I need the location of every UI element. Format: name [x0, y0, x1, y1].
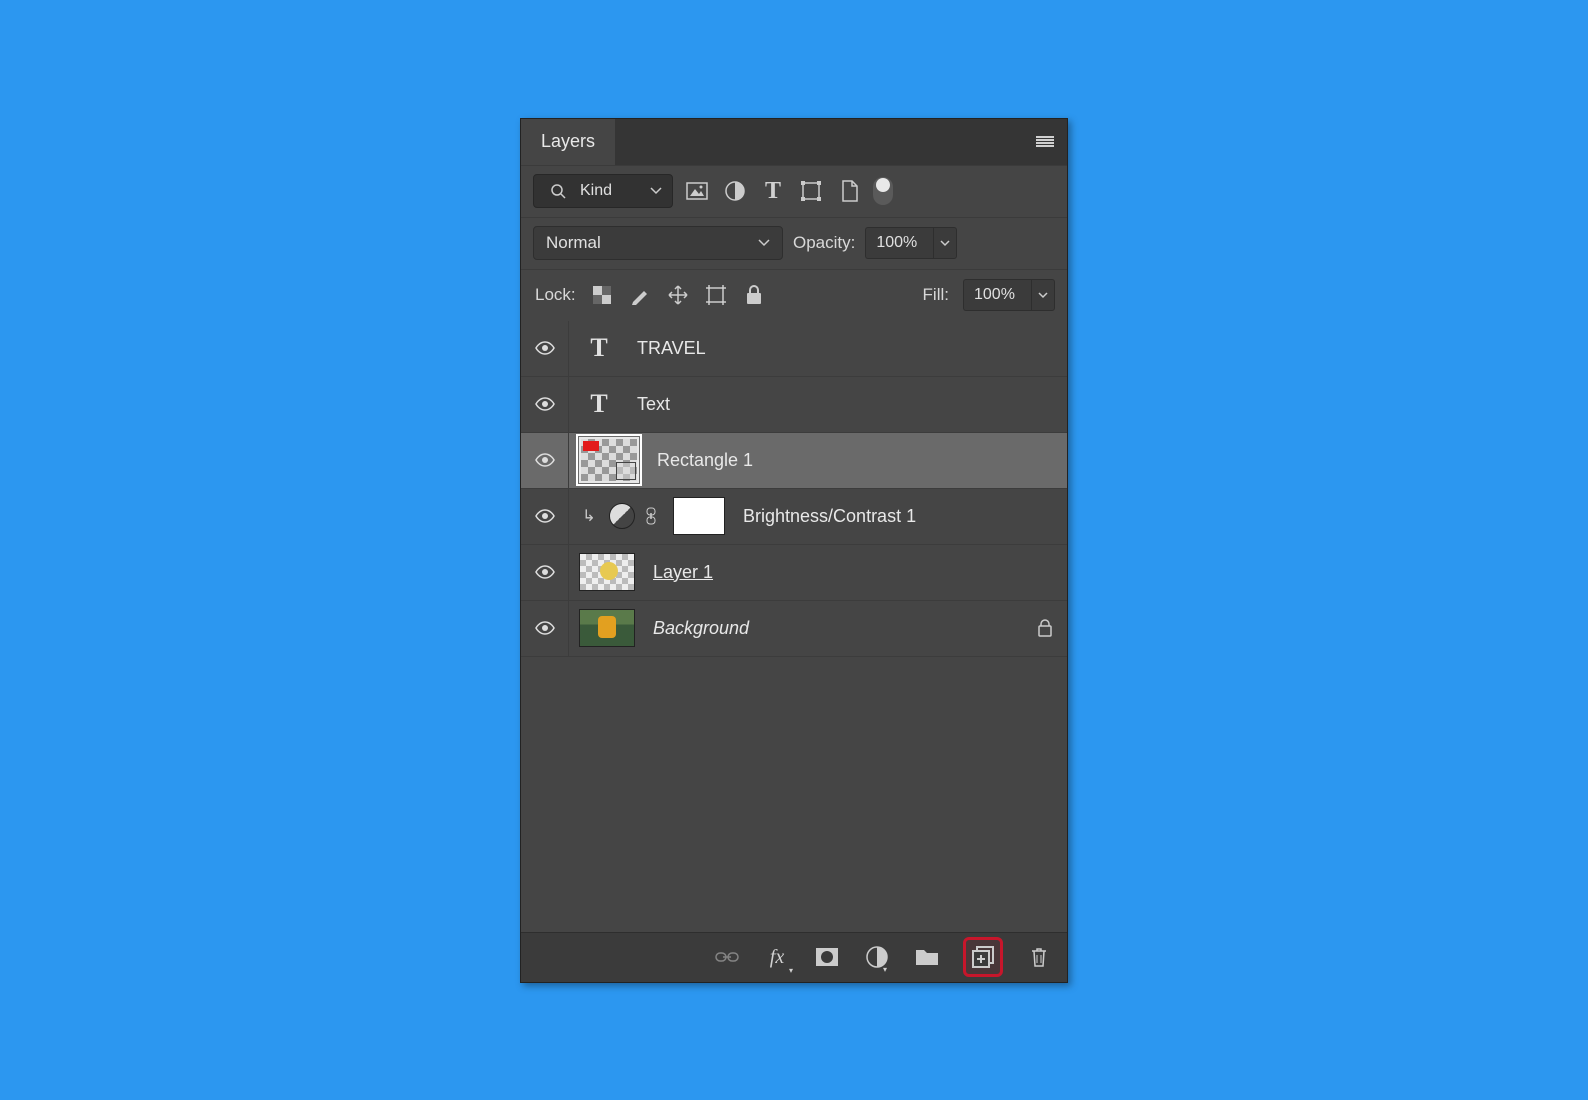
filter-smart-icon[interactable] — [835, 177, 863, 205]
new-adjustment-icon[interactable]: ▾ — [863, 943, 891, 971]
blend-row: Normal Opacity: 100% — [521, 217, 1067, 269]
layer-row[interactable]: T Text — [521, 377, 1067, 433]
chevron-down-icon — [650, 187, 662, 195]
new-layer-icon[interactable] — [969, 943, 997, 971]
type-layer-icon: T — [579, 333, 619, 363]
blend-mode-select[interactable]: Normal — [533, 226, 783, 260]
panel-menu-icon[interactable] — [1023, 119, 1067, 165]
filter-label: Kind — [580, 182, 612, 200]
opacity-stepper[interactable] — [933, 227, 957, 259]
lock-icon[interactable] — [1037, 619, 1053, 637]
layer-name[interactable]: Rectangle 1 — [649, 450, 753, 471]
type-layer-icon: T — [579, 389, 619, 419]
lock-all-icon[interactable] — [742, 283, 766, 307]
fill-stepper[interactable] — [1031, 279, 1055, 311]
layers-list: T TRAVEL T Text Rectangle 1 ↳ — [521, 321, 1067, 932]
delete-layer-icon[interactable] — [1025, 943, 1053, 971]
filter-shape-icon[interactable] — [797, 177, 825, 205]
filter-toggle[interactable] — [873, 177, 893, 205]
blend-mode-label: Normal — [546, 233, 601, 253]
layer-thumbnail[interactable] — [579, 609, 635, 647]
layer-row[interactable]: Layer 1 — [521, 545, 1067, 601]
lock-row: Lock: Fill: 100% — [521, 269, 1067, 321]
layer-row[interactable]: ↳ Brightness/Contrast 1 — [521, 489, 1067, 545]
visibility-toggle[interactable] — [521, 377, 569, 432]
layer-row[interactable]: Background — [521, 601, 1067, 657]
eye-icon — [535, 621, 555, 635]
eye-icon — [535, 341, 555, 355]
visibility-toggle[interactable] — [521, 433, 569, 488]
layer-effects-icon[interactable]: fx▾ — [763, 943, 791, 971]
opacity-label: Opacity: — [793, 233, 855, 253]
opacity-value[interactable]: 100% — [865, 227, 933, 259]
link-layers-icon[interactable] — [713, 943, 741, 971]
layer-thumbnail[interactable] — [579, 553, 635, 591]
eye-icon — [535, 509, 555, 523]
fill-label: Fill: — [923, 285, 949, 305]
visibility-toggle[interactable] — [521, 601, 569, 656]
filter-kind-select[interactable]: Kind — [533, 174, 673, 208]
layer-name[interactable]: TRAVEL — [629, 338, 706, 359]
search-icon — [544, 177, 572, 205]
filter-pixel-icon[interactable] — [683, 177, 711, 205]
lock-label: Lock: — [535, 285, 576, 305]
panel-header: Layers — [521, 119, 1067, 165]
layer-name[interactable]: Brightness/Contrast 1 — [735, 506, 916, 527]
tab-layers[interactable]: Layers — [521, 119, 615, 165]
hamburger-icon — [1036, 136, 1054, 148]
chevron-down-icon — [758, 239, 770, 247]
panel-footer: fx▾ ▾ — [521, 932, 1067, 982]
mask-link-icon[interactable] — [645, 507, 663, 525]
layers-panel: Layers Kind T Normal — [520, 118, 1068, 983]
visibility-toggle[interactable] — [521, 489, 569, 544]
layer-name[interactable]: Background — [645, 618, 749, 639]
new-layer-highlight — [963, 937, 1003, 977]
new-group-icon[interactable] — [913, 943, 941, 971]
lock-transparency-icon[interactable] — [590, 283, 614, 307]
layer-row[interactable]: T TRAVEL — [521, 321, 1067, 377]
shape-thumbnail[interactable] — [579, 437, 639, 483]
eye-icon — [535, 397, 555, 411]
eye-icon — [535, 565, 555, 579]
visibility-toggle[interactable] — [521, 545, 569, 600]
eye-icon — [535, 453, 555, 467]
filter-adjustment-icon[interactable] — [721, 177, 749, 205]
add-mask-icon[interactable] — [813, 943, 841, 971]
mask-thumbnail[interactable] — [673, 497, 725, 535]
lock-artboard-icon[interactable] — [704, 283, 728, 307]
clip-arrow-icon: ↳ — [579, 506, 599, 526]
lock-position-icon[interactable] — [666, 283, 690, 307]
layer-name[interactable]: Text — [629, 394, 670, 415]
adjustment-icon — [609, 503, 635, 529]
lock-pixels-icon[interactable] — [628, 283, 652, 307]
layer-name[interactable]: Layer 1 — [645, 562, 713, 583]
visibility-toggle[interactable] — [521, 321, 569, 376]
filter-row: Kind T — [521, 165, 1067, 217]
filter-type-icon[interactable]: T — [759, 177, 787, 205]
fill-value[interactable]: 100% — [963, 279, 1031, 311]
layer-row[interactable]: Rectangle 1 — [521, 433, 1067, 489]
